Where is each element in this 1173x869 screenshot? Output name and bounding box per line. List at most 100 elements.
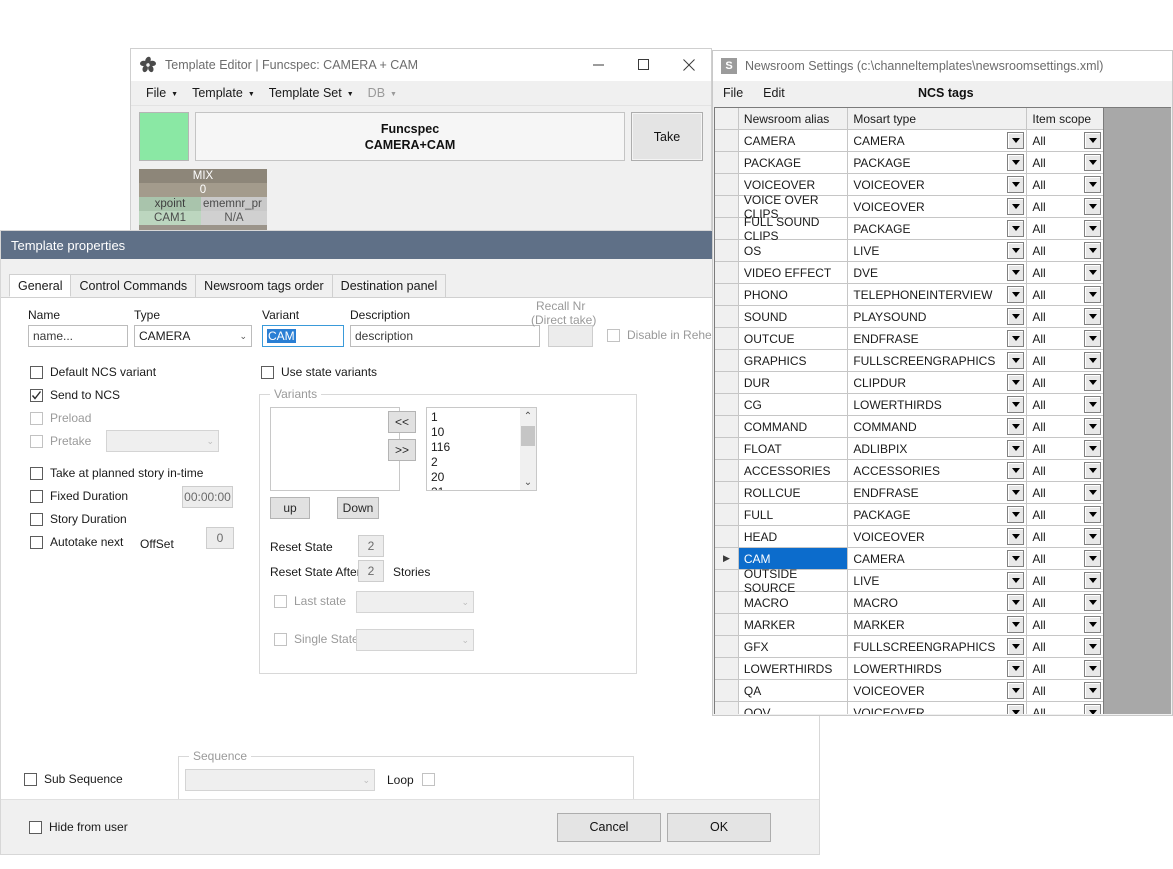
- cell-mosart-type[interactable]: VOICEOVER: [848, 196, 1027, 218]
- row-indicator[interactable]: [715, 504, 739, 526]
- cell-mosart-type[interactable]: CLIPDUR: [848, 372, 1027, 394]
- cell-newsroom-alias[interactable]: OS: [739, 240, 848, 262]
- cell-item-scope[interactable]: All: [1027, 482, 1103, 504]
- cell-item-scope[interactable]: All: [1027, 284, 1103, 306]
- scroll-down-icon[interactable]: ⌄: [524, 474, 532, 490]
- row-indicator[interactable]: [715, 614, 739, 636]
- table-row[interactable]: VIDEO EFFECTDVEAll: [715, 262, 1103, 284]
- cell-newsroom-alias[interactable]: OUTCUE: [739, 328, 848, 350]
- row-indicator[interactable]: [715, 460, 739, 482]
- table-row[interactable]: DURCLIPDURAll: [715, 372, 1103, 394]
- dropdown-arrow-icon[interactable]: [1007, 638, 1024, 655]
- cell-newsroom-alias[interactable]: PHONO: [739, 284, 848, 306]
- column-header-newsroom-alias[interactable]: Newsroom alias: [739, 108, 848, 130]
- dropdown-arrow-icon[interactable]: [1084, 484, 1101, 501]
- cancel-button[interactable]: Cancel: [557, 813, 661, 842]
- dropdown-arrow-icon[interactable]: [1084, 264, 1101, 281]
- listbox-scrollbar[interactable]: ⌃ ⌄: [520, 408, 536, 490]
- row-indicator[interactable]: [715, 394, 739, 416]
- table-row[interactable]: GRAPHICSFULLSCREENGRAPHICSAll: [715, 350, 1103, 372]
- cell-item-scope[interactable]: All: [1027, 372, 1103, 394]
- dropdown-arrow-icon[interactable]: [1007, 154, 1024, 171]
- dropdown-arrow-icon[interactable]: [1007, 418, 1024, 435]
- close-icon[interactable]: [666, 49, 711, 81]
- cell-item-scope[interactable]: All: [1027, 570, 1103, 592]
- cell-newsroom-alias[interactable]: COMMAND: [739, 416, 848, 438]
- cell-newsroom-alias[interactable]: CAMERA: [739, 130, 848, 152]
- dropdown-arrow-icon[interactable]: [1084, 704, 1101, 714]
- last-state-select[interactable]: ⌄: [356, 591, 474, 613]
- dropdown-arrow-icon[interactable]: [1007, 352, 1024, 369]
- row-indicator[interactable]: [715, 328, 739, 350]
- cell-mosart-type[interactable]: PACKAGE: [848, 152, 1027, 174]
- variants-available-listbox[interactable]: 1 10 116 2 20 21 ⌃ ⌄: [426, 407, 537, 491]
- cell-newsroom-alias[interactable]: CG: [739, 394, 848, 416]
- row-indicator[interactable]: [715, 306, 739, 328]
- cell-newsroom-alias[interactable]: ROLLCUE: [739, 482, 848, 504]
- cell-newsroom-alias[interactable]: MACRO: [739, 592, 848, 614]
- dropdown-arrow-icon[interactable]: [1084, 638, 1101, 655]
- dropdown-arrow-icon[interactable]: [1007, 132, 1024, 149]
- single-state-select[interactable]: ⌄: [356, 629, 474, 651]
- description-input[interactable]: description: [350, 325, 540, 347]
- row-indicator[interactable]: [715, 658, 739, 680]
- row-indicator[interactable]: [715, 526, 739, 548]
- row-indicator[interactable]: [715, 152, 739, 174]
- dropdown-arrow-icon[interactable]: [1084, 176, 1101, 193]
- cell-mosart-type[interactable]: COMMAND: [848, 416, 1027, 438]
- row-indicator[interactable]: [715, 350, 739, 372]
- dropdown-arrow-icon[interactable]: [1084, 550, 1101, 567]
- cell-mosart-type[interactable]: VOICEOVER: [848, 702, 1027, 714]
- row-indicator[interactable]: [715, 636, 739, 658]
- cell-item-scope[interactable]: All: [1027, 306, 1103, 328]
- cell-item-scope[interactable]: All: [1027, 460, 1103, 482]
- dropdown-arrow-icon[interactable]: [1007, 572, 1024, 589]
- cell-item-scope[interactable]: All: [1027, 218, 1103, 240]
- take-button[interactable]: Take: [631, 112, 703, 161]
- table-row[interactable]: MARKERMARKERAll: [715, 614, 1103, 636]
- cell-mosart-type[interactable]: CAMERA: [848, 548, 1027, 570]
- table-row[interactable]: ROLLCUEENDFRASEAll: [715, 482, 1103, 504]
- cell-newsroom-alias[interactable]: DUR: [739, 372, 848, 394]
- dropdown-arrow-icon[interactable]: [1007, 286, 1024, 303]
- cell-item-scope[interactable]: All: [1027, 394, 1103, 416]
- list-item[interactable]: 116: [431, 440, 532, 455]
- dropdown-arrow-icon[interactable]: [1007, 264, 1024, 281]
- dropdown-arrow-icon[interactable]: [1084, 660, 1101, 677]
- cell-newsroom-alias[interactable]: OOV: [739, 702, 848, 714]
- cell-mosart-type[interactable]: ENDFRASE: [848, 482, 1027, 504]
- table-row[interactable]: CAMERACAMERAAll: [715, 130, 1103, 152]
- cell-newsroom-alias[interactable]: MARKER: [739, 614, 848, 636]
- cell-item-scope[interactable]: All: [1027, 636, 1103, 658]
- dropdown-arrow-icon[interactable]: [1084, 330, 1101, 347]
- dropdown-arrow-icon[interactable]: [1007, 374, 1024, 391]
- dropdown-arrow-icon[interactable]: [1007, 616, 1024, 633]
- menu-edit[interactable]: Edit: [753, 86, 795, 100]
- ok-button[interactable]: OK: [667, 813, 771, 842]
- cell-mosart-type[interactable]: TELEPHONEINTERVIEW: [848, 284, 1027, 306]
- default-ncs-variant-checkbox[interactable]: Default NCS variant: [30, 365, 156, 379]
- list-item[interactable]: 2: [431, 455, 532, 470]
- dropdown-arrow-icon[interactable]: [1007, 176, 1024, 193]
- name-input[interactable]: name...: [28, 325, 128, 347]
- dropdown-arrow-icon[interactable]: [1084, 528, 1101, 545]
- menu-db[interactable]: DB ▼: [361, 84, 404, 102]
- dropdown-arrow-icon[interactable]: [1007, 550, 1024, 567]
- table-row[interactable]: PHONOTELEPHONEINTERVIEWAll: [715, 284, 1103, 306]
- cell-newsroom-alias[interactable]: FLOAT: [739, 438, 848, 460]
- cell-mosart-type[interactable]: ENDFRASE: [848, 328, 1027, 350]
- move-up-button[interactable]: up: [270, 497, 310, 519]
- table-row[interactable]: ACCESSORIESACCESSORIESAll: [715, 460, 1103, 482]
- dropdown-arrow-icon[interactable]: [1084, 440, 1101, 457]
- dropdown-arrow-icon[interactable]: [1084, 286, 1101, 303]
- take-at-planned-story-intime-checkbox[interactable]: Take at planned story in-time: [30, 466, 203, 480]
- cell-newsroom-alias[interactable]: VIDEO EFFECT: [739, 262, 848, 284]
- cell-mosart-type[interactable]: PACKAGE: [848, 504, 1027, 526]
- move-left-button[interactable]: <<: [388, 411, 416, 433]
- cell-item-scope[interactable]: All: [1027, 658, 1103, 680]
- menu-template-set[interactable]: Template Set ▼: [262, 84, 361, 102]
- dropdown-arrow-icon[interactable]: [1007, 462, 1024, 479]
- cell-item-scope[interactable]: All: [1027, 350, 1103, 372]
- dropdown-arrow-icon[interactable]: [1084, 594, 1101, 611]
- dropdown-arrow-icon[interactable]: [1007, 308, 1024, 325]
